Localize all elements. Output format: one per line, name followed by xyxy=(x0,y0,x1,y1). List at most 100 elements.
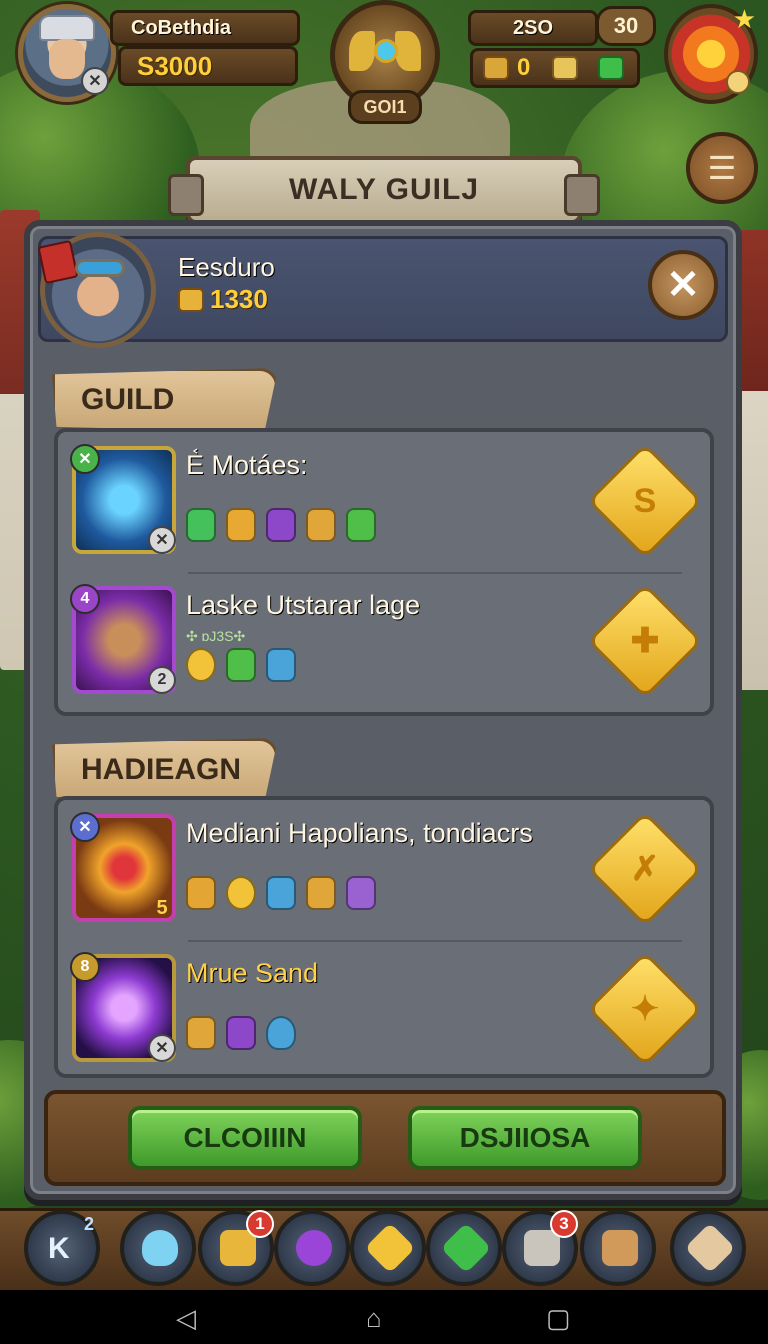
coin-counter: S3000 xyxy=(118,46,298,86)
claim-star-glyph: ✚ xyxy=(630,622,660,660)
notification-badge: 3 xyxy=(550,1210,578,1238)
reward-item-icon xyxy=(226,508,256,542)
player-header-coins: 1330 xyxy=(178,284,268,315)
face xyxy=(49,39,85,79)
gold-crystal-icon xyxy=(364,1222,416,1274)
reward-item-icon xyxy=(266,648,296,682)
row-subtitle: ✣ ɒJ3S✣ xyxy=(186,628,246,644)
nav-chest-button[interactable]: 1 xyxy=(198,1210,274,1286)
reward-item-icon xyxy=(346,508,376,542)
card-badge: ✕ xyxy=(70,444,100,474)
card-badge: ✕ xyxy=(70,812,100,842)
reward-items xyxy=(186,508,376,542)
reward-item-icon xyxy=(186,876,216,910)
nav-magic-button[interactable] xyxy=(274,1210,350,1286)
player-avatar[interactable]: ✕ xyxy=(18,4,116,102)
system-navigation-bar xyxy=(0,1290,768,1344)
wing-icon xyxy=(395,31,421,71)
gift-box-icon xyxy=(483,56,509,80)
section-tag-guild: GUILD xyxy=(52,368,278,432)
nav-mail-button[interactable]: 3 xyxy=(502,1210,578,1286)
daily-spin-button[interactable]: ★ xyxy=(664,4,758,104)
red-banner-icon xyxy=(37,239,79,285)
reward-item-icon xyxy=(266,508,296,542)
avatar-close-icon[interactable]: ✕ xyxy=(81,67,109,95)
scroll-icon xyxy=(602,1230,638,1266)
goggle-icon xyxy=(75,259,125,277)
reward-item-icon xyxy=(186,1016,216,1050)
reward-item-icon xyxy=(226,1016,256,1050)
card-level: 5 xyxy=(156,896,168,919)
row-title: Laske Utstarar lage xyxy=(186,590,421,620)
right-action-button[interactable]: DSJIIOSA xyxy=(408,1106,642,1170)
close-button[interactable]: ✕ xyxy=(648,250,718,320)
player-name: CoBethdia xyxy=(110,10,300,46)
nav-profile-text: K xyxy=(48,1232,70,1265)
resource-box-value: 0 xyxy=(517,54,531,81)
green-arrow-icon[interactable] xyxy=(598,56,625,80)
staff-icon: ✕ ✕ xyxy=(70,444,176,554)
coin-box-icon xyxy=(178,287,204,312)
gear-icon xyxy=(726,70,750,94)
reward-item-icon xyxy=(266,1016,296,1050)
wing-icon xyxy=(349,31,375,71)
mail-icon xyxy=(524,1230,560,1266)
row-title: E᷾ Motáes: xyxy=(186,450,308,480)
tools-icon xyxy=(684,1222,736,1274)
claim-star-glyph: ✦ xyxy=(630,990,660,1028)
claim-star-button[interactable]: S xyxy=(587,443,703,559)
magic-burst-icon xyxy=(296,1230,332,1266)
claim-star-glyph: ✗ xyxy=(630,850,660,888)
level-badge: 30 xyxy=(596,6,656,46)
resource-box-counter: 0 xyxy=(470,48,640,88)
emerald-icon xyxy=(440,1222,492,1274)
claim-star-button[interactable]: ✚ xyxy=(587,583,703,699)
star-icon: ★ xyxy=(732,4,756,34)
menu-list-icon[interactable]: ☰ xyxy=(686,132,758,204)
nav-emerald-button[interactable] xyxy=(426,1210,502,1286)
reward-item-icon xyxy=(306,508,336,542)
guild-section: ✕ ✕ E᷾ Motáes: S 4 2 Laske Utstarar lage… xyxy=(54,428,714,716)
hadieagn-section: ✕ 5 Mediani Hapolians, tondiacrs ✗ 8 ✕ M… xyxy=(54,796,714,1078)
left-action-button[interactable]: CLCOIIIN xyxy=(128,1106,362,1170)
claim-star-button[interactable]: ✦ xyxy=(587,951,703,1067)
resource-counter: 2SO xyxy=(468,10,598,46)
scroll-icon xyxy=(552,56,579,80)
nav-profile-button[interactable]: K 2 xyxy=(24,1210,100,1286)
magic-orb-icon: 8 ✕ xyxy=(70,952,176,1062)
reward-item-icon xyxy=(186,508,216,542)
recent-apps-icon[interactable]: ▢ xyxy=(546,1303,571,1334)
list-item[interactable]: ✕ ✕ E᷾ Motáes: S xyxy=(58,432,710,568)
nav-scroll-button[interactable] xyxy=(580,1210,656,1286)
card-badge: 4 xyxy=(70,584,100,614)
chest-icon xyxy=(220,1230,256,1266)
card-level: ✕ xyxy=(148,1034,176,1062)
nav-settings-button[interactable] xyxy=(670,1210,746,1286)
list-item[interactable]: ✕ 5 Mediani Hapolians, tondiacrs ✗ xyxy=(58,800,710,936)
reward-item-icon xyxy=(266,876,296,910)
notification-badge: 1 xyxy=(246,1210,274,1238)
claim-star-button[interactable]: ✗ xyxy=(587,811,703,927)
row-title: Mediani Hapolians, tondiacrs xyxy=(186,818,533,848)
house xyxy=(738,230,768,690)
reward-item-icon xyxy=(226,648,256,682)
reward-items xyxy=(186,876,376,910)
player-portrait[interactable] xyxy=(37,232,156,348)
nav-profile-sup: 2 xyxy=(83,1214,94,1234)
reward-item-icon xyxy=(186,648,216,682)
nav-heart-button[interactable] xyxy=(120,1210,196,1286)
list-item[interactable]: 4 2 Laske Utstarar lage ✣ ɒJ3S✣ ✚ xyxy=(58,572,710,708)
warrior-portrait-icon: 4 2 xyxy=(70,584,176,694)
nav-crystal-button[interactable] xyxy=(350,1210,426,1286)
player-header-name: Eesduro xyxy=(178,252,275,282)
card-level: ✕ xyxy=(148,526,176,554)
reward-item-icon xyxy=(226,876,256,910)
back-icon[interactable]: ◁ xyxy=(176,1303,196,1334)
heart-icon xyxy=(142,1230,178,1266)
player-header-coin-value: 1330 xyxy=(210,284,268,314)
reward-item-icon xyxy=(346,876,376,910)
list-item[interactable]: 8 ✕ Mrue Sand ✦ xyxy=(58,940,710,1076)
home-icon[interactable]: ⌂ xyxy=(366,1303,382,1334)
gem-icon xyxy=(374,39,398,63)
emblem-label: GOI1 xyxy=(348,90,422,124)
